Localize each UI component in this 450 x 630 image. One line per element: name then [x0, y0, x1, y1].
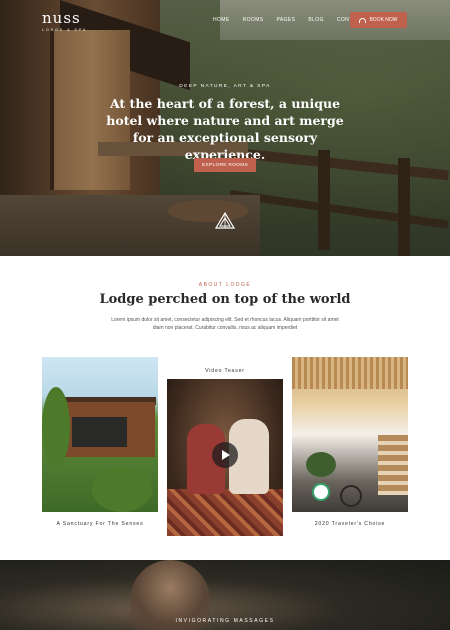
ceiling-slats	[292, 357, 408, 389]
about-title: Lodge perched on top of the world	[99, 292, 351, 307]
play-icon[interactable]	[212, 442, 238, 468]
video-teaser-thumbnail[interactable]	[167, 379, 283, 536]
bell-icon	[359, 17, 367, 23]
bush-shape	[92, 467, 152, 512]
nav-pages[interactable]: PAGES	[277, 17, 296, 23]
tree-shape	[42, 387, 70, 467]
travelers-choice-caption: 2020 Traveler's Choise	[314, 521, 386, 527]
about-text: Lorem ipsum dolor sit amet, consectetur …	[111, 317, 339, 331]
mountain-emblem-icon	[214, 211, 236, 229]
book-now-label: BOOK NOW	[369, 17, 398, 23]
cabin-window	[72, 417, 127, 447]
sanctuary-image[interactable]	[42, 357, 158, 512]
award-badge-icon	[312, 483, 330, 501]
staircase	[378, 435, 408, 495]
plant-shape	[306, 452, 336, 477]
logo-subtitle: LODGE & SPA	[42, 28, 88, 32]
site-logo[interactable]: nuss LODGE & SPA	[42, 9, 88, 33]
travelers-choice-image[interactable]	[292, 357, 408, 512]
hero-kicker: DEEP NATURE, ART & SPA	[179, 84, 271, 89]
sanctuary-caption: A Sanctuary For The Senses	[56, 521, 144, 527]
nav-rooms[interactable]: ROOMS	[243, 17, 264, 23]
massages-kicker: INVIGORATING MASSAGES	[175, 618, 275, 624]
round-table	[340, 485, 362, 507]
hero-title: At the heart of a forest, a unique hotel…	[106, 96, 344, 162]
rug-pattern	[167, 489, 283, 536]
hero-section: nuss LODGE & SPA HOME ROOMS PAGES BLOG C…	[0, 0, 450, 256]
video-teaser-label: Video Teaser	[205, 368, 245, 374]
nav-blog[interactable]: BLOG	[308, 17, 324, 23]
book-now-button[interactable]: BOOK NOW	[350, 12, 407, 28]
about-kicker: ABOUT LODGE	[198, 282, 252, 288]
massages-banner: INVIGORATING MASSAGES	[0, 560, 450, 630]
nav-home[interactable]: HOME	[213, 17, 230, 23]
logo-word: nuss	[42, 9, 81, 27]
explore-rooms-button[interactable]: EXPLORE ROOMS	[194, 158, 256, 172]
